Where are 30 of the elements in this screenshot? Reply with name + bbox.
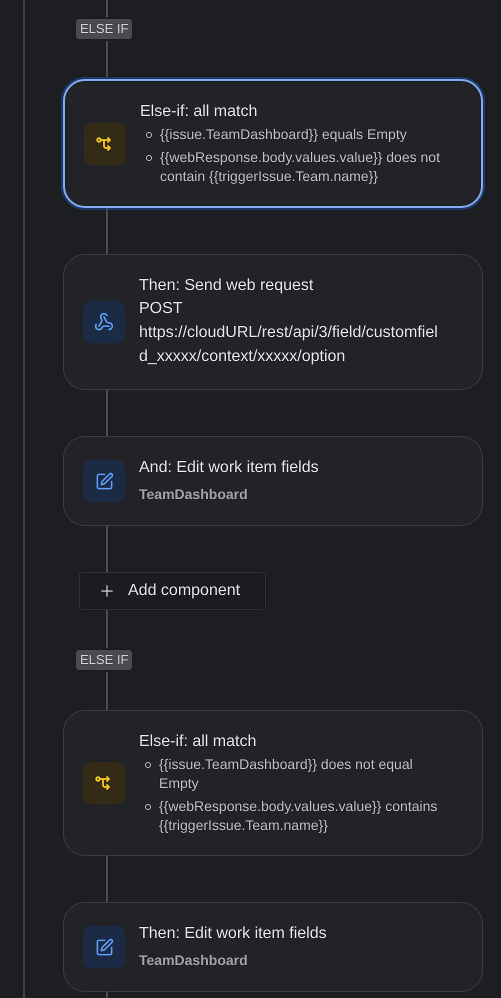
edit-icon (94, 472, 114, 490)
bullet-icon (145, 762, 151, 768)
condition-text: {{issue.TeamDashboard}} equals Empty (160, 125, 407, 144)
edit-icon (94, 938, 114, 956)
condition-text: {{webResponse.body.values.value}} does not contain {{triggerIssue.Team.name}} (160, 148, 440, 186)
field-name: TeamDashboard (139, 951, 249, 970)
field-name: TeamDashboard (139, 485, 249, 504)
condition-text: {{issue.TeamDashboard}} does not equal Empty (159, 755, 414, 793)
card-title: Else-if: all match (140, 102, 258, 122)
bullet-icon (146, 155, 152, 161)
component-card[interactable]: Else-if: all match {{issue.TeamDashboard}} does not equal Empty {{webResponse.body.values.value}} contains {{triggerIssue.Team.name}} (63, 710, 483, 856)
component-card[interactable]: Else-if: all match {{issue.TeamDashboard}} equals Empty {{webResponse.body.values.value}} does not contain {{triggerIssue.Team.name}} (63, 79, 483, 208)
card-title: And: Edit work item fields (139, 458, 320, 478)
card-title: Then: Edit work item fields (139, 924, 328, 944)
component-card[interactable]: Then: Send web request POST https://cloudURL/rest/api/3/field/customfield_xxxxx/context/xxxxx/option (63, 254, 483, 390)
card-title: Then: Send web request (139, 276, 314, 296)
component-card[interactable]: And: Edit work item fields TeamDashboard (63, 436, 483, 526)
add-component-button[interactable]: Add component (79, 572, 266, 610)
branch-label: ELSE IF (76, 650, 132, 670)
component-card[interactable]: Then: Edit work item fields TeamDashboard (63, 902, 483, 992)
bullet-icon (146, 132, 152, 138)
card-title: Else-if: all match (139, 732, 258, 752)
branch-label: ELSE IF (76, 19, 132, 39)
request-text: https://cloudURL/rest/api/3/field/customfield_xxxxx/context/xxxxx/option (139, 323, 439, 367)
branch-icon (96, 134, 114, 152)
request-text: POST (139, 299, 184, 319)
condition-text: {{webResponse.body.values.value}} contains {{triggerIssue.Team.name}} (159, 797, 438, 835)
bullet-icon (145, 804, 151, 810)
branch-icon (95, 774, 113, 792)
webhook-icon (94, 312, 114, 332)
